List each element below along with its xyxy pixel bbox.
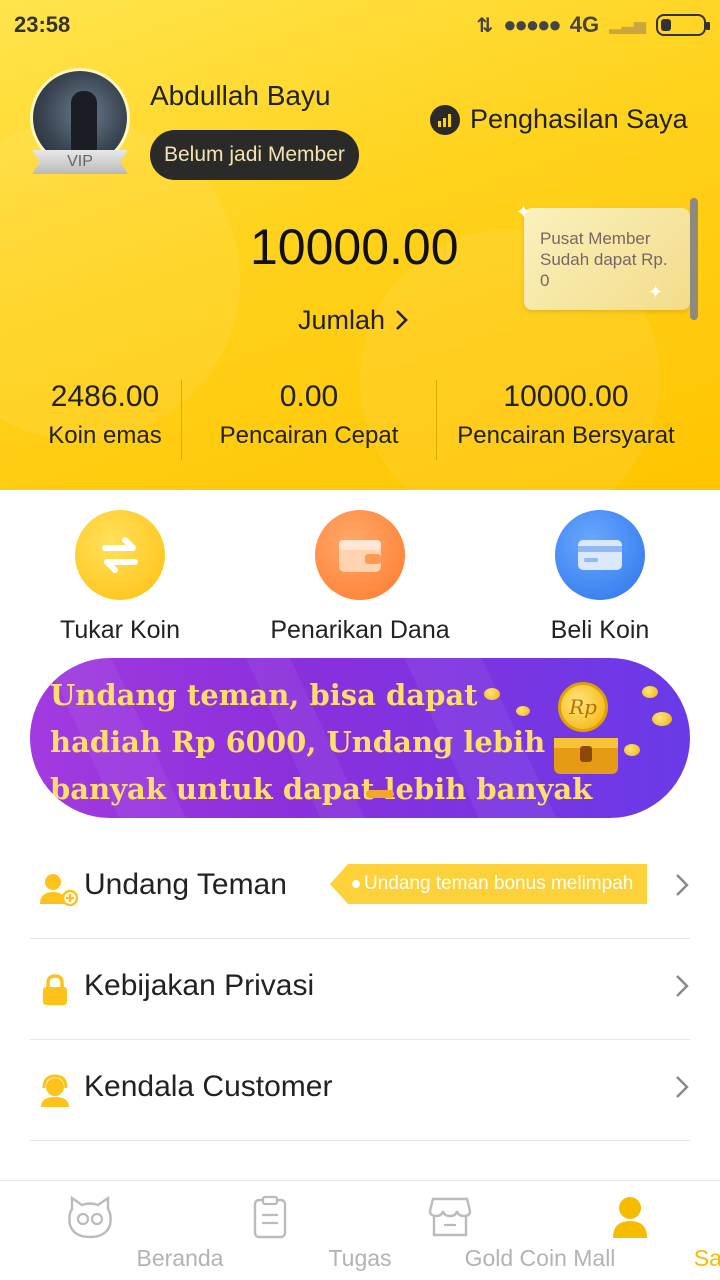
cat-face-icon [66, 1195, 114, 1239]
member-center-title: Pusat Member [540, 229, 651, 248]
signal-dots-icon: ●●●●● [503, 12, 561, 37]
menu-invite-friend[interactable]: Undang Teman Undang teman bonus melimpah [30, 838, 690, 939]
coin-icon [642, 686, 658, 698]
chevron-right-icon [674, 971, 690, 1001]
rp-coin-icon: Rp [558, 682, 608, 732]
bar-chart-icon [430, 104, 460, 135]
status-time: 23:58 [14, 12, 71, 37]
chevron-right-icon [674, 870, 690, 900]
coin-icon [624, 744, 640, 756]
divider [181, 380, 182, 460]
stat-conditional-withdrawal[interactable]: 10000.00 Pencairan Bersyarat [446, 380, 686, 450]
battery-icon [656, 14, 710, 36]
stat-label: Koin emas [48, 422, 162, 449]
withdraw-funds-button[interactable]: Penarikan Dana [250, 510, 470, 645]
action-label: Tukar Koin [60, 616, 180, 644]
clipboard-icon [246, 1195, 294, 1239]
buy-coin-button[interactable]: Beli Koin [490, 510, 710, 645]
vip-badge: VIP [32, 150, 128, 174]
balance-label: Jumlah [298, 305, 386, 335]
card-icon [555, 510, 645, 600]
divider [436, 380, 437, 460]
invite-user-icon [38, 872, 79, 907]
lock-icon [38, 973, 72, 1007]
nav-tasks[interactable]: Tugas [180, 1181, 392, 1280]
menu-label: Undang Teman [84, 868, 287, 901]
action-label: Beli Koin [550, 616, 650, 644]
my-earnings-link[interactable]: Penghasilan Saya [430, 104, 688, 135]
balance-detail-link[interactable]: Jumlah [298, 305, 411, 336]
stat-label: Pencairan Cepat [219, 422, 399, 449]
member-status-button[interactable]: Belum jadi Member [150, 130, 359, 180]
stat-value: 0.00 [279, 380, 339, 413]
action-label: Penarikan Dana [270, 616, 450, 644]
nav-label: Saya [693, 1245, 720, 1271]
chevron-right-icon [393, 305, 411, 335]
data-transfer-icon: ⇅ [476, 14, 494, 37]
coin-icon [484, 688, 500, 700]
profile-header: 23:58 ⇅ ●●●●● 4G ▂▃▅ VIP Abdullah Bayu B… [0, 0, 720, 490]
store-icon [426, 1195, 474, 1239]
stat-label: Pencairan Bersyarat [457, 422, 675, 449]
member-center-card[interactable]: ✦ ✦ Pusat Member Sudah dapat Rp. 0 [516, 198, 698, 320]
stat-value: 2486.00 [50, 380, 160, 413]
user-name: Abdullah Bayu [150, 80, 331, 111]
bonus-tag: Undang teman bonus melimpah [330, 864, 648, 904]
exchange-icon [75, 510, 165, 600]
exchange-coin-button[interactable]: Tukar Koin [10, 510, 230, 645]
coin-icon [516, 706, 530, 716]
nav-gold-coin-mall[interactable]: Gold Coin Mall [360, 1181, 615, 1280]
status-bar: 23:58 ⇅ ●●●●● 4G ▂▃▅ [0, 0, 720, 50]
banner-page-indicator [366, 790, 394, 798]
stat-value: 10000.00 [503, 380, 629, 413]
person-icon [606, 1195, 654, 1239]
menu-customer-support[interactable]: Kendala Customer [30, 1040, 690, 1141]
stats-row: 2486.00 Koin emas 0.00 Pencairan Cepat 1… [0, 380, 720, 460]
menu-label: Kebijakan Privasi [84, 969, 315, 1002]
menu-label: Kendala Customer [84, 1070, 333, 1103]
menu-privacy-policy[interactable]: Kebijakan Privasi [30, 939, 690, 1040]
stat-gold-coin[interactable]: 2486.00 Koin emas [30, 380, 180, 450]
nav-home[interactable]: Beranda [0, 1181, 223, 1280]
bottom-navigation: Beranda Tugas Gold Coin Mall Saya [0, 1180, 720, 1280]
balance-amount: 10000.00 [250, 219, 459, 275]
network-type: 4G [569, 12, 600, 37]
wallet-icon [315, 510, 405, 600]
avatar[interactable]: VIP [30, 68, 130, 178]
sparkle-icon: ✦ [648, 282, 664, 302]
sparkle-icon: ✦ [516, 202, 532, 222]
customer-service-icon [38, 1074, 72, 1108]
card-handle [690, 198, 698, 320]
member-center-earned: Sudah dapat Rp. [540, 250, 668, 269]
chevron-right-icon [674, 1072, 690, 1102]
my-earnings-label: Penghasilan Saya [470, 104, 688, 134]
wifi-icon: ▂▃▅ [609, 17, 646, 34]
nav-profile[interactable]: Saya [540, 1181, 720, 1280]
coin-icon [652, 712, 672, 726]
stat-fast-withdrawal[interactable]: 0.00 Pencairan Cepat [200, 380, 418, 450]
